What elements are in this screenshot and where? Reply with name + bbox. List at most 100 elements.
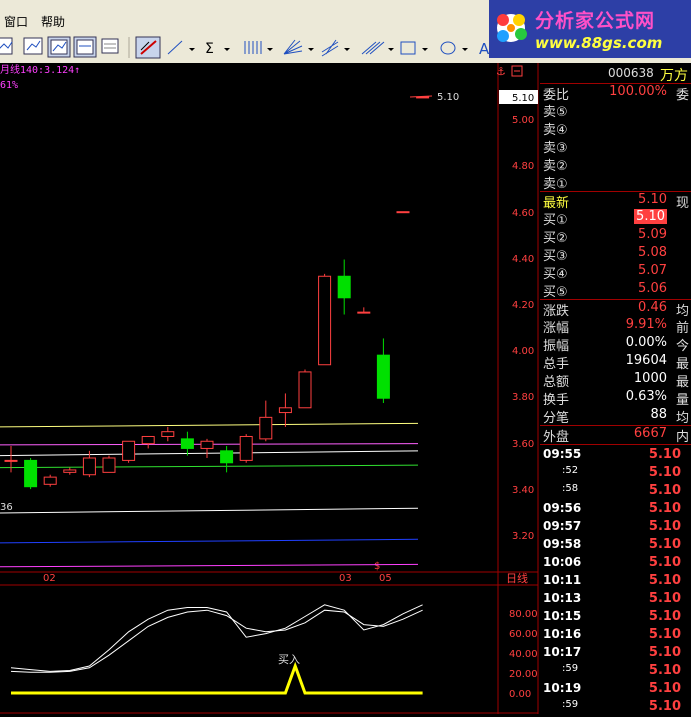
parallel-lines-icon[interactable] <box>361 41 394 55</box>
toolbar-icons: Σ A <box>0 36 490 59</box>
ind-axis-0: 0.00 <box>509 689 531 700</box>
draw-line-icon[interactable] <box>135 36 161 59</box>
buy-row: 买③ 5.08 <box>540 245 691 264</box>
tick-price: 5.10 <box>648 501 681 516</box>
candle <box>318 273 332 366</box>
row-value: 0.00% <box>625 335 667 350</box>
price-label-320: 3.20 <box>512 531 534 542</box>
tick-time: 10:06 <box>543 555 582 569</box>
fan-lines-icon[interactable] <box>283 39 314 55</box>
period-label[interactable]: 日线 <box>506 571 528 585</box>
tick-time: :59 <box>562 699 579 710</box>
price-label-current: 5.10 <box>512 93 534 104</box>
row-label: 总手 <box>543 357 570 372</box>
row-ext: 最 <box>676 375 690 390</box>
tick-time: :58 <box>562 483 579 494</box>
tick-time: :59 <box>562 663 579 674</box>
stat-row: 分笔 88 均 <box>540 407 691 426</box>
row-label: 外盘 <box>543 430 570 445</box>
row-ext: 内 <box>676 430 690 445</box>
candle <box>298 369 312 409</box>
price-label-500: 5.00 <box>512 115 534 126</box>
row-ext: 均 <box>676 411 690 426</box>
price-label-380: 3.80 <box>512 392 534 403</box>
pct-label: 61% <box>0 80 18 91</box>
buy-signal-label: 买入 <box>278 653 300 666</box>
time-label-05: 05 <box>379 573 392 584</box>
row-label: 分笔 <box>543 411 570 426</box>
tick-price: 5.10 <box>648 555 681 570</box>
current-price-text: 5.10 <box>437 92 459 103</box>
tick-row: 10:11 5.10 <box>540 573 691 591</box>
tick-time: 10:17 <box>543 645 582 659</box>
row-label: 换手 <box>543 393 570 408</box>
table-icon[interactable] <box>101 38 119 54</box>
line-chart-icon[interactable] <box>47 36 71 58</box>
stock-code: 000638 <box>608 66 654 80</box>
channel-lines-icon[interactable] <box>321 39 350 57</box>
tick-row: 10:16 5.10 <box>540 627 691 645</box>
tick-time: 09:55 <box>543 447 582 461</box>
ind-axis-80: 80.00 <box>509 609 538 620</box>
row-ext: 最 <box>676 357 690 372</box>
tick-row: :52 5.10 <box>540 465 691 483</box>
tick-price: 5.10 <box>648 519 681 534</box>
tick-time: 09:58 <box>543 537 582 551</box>
tick-price: 5.10 <box>648 699 681 714</box>
rectangle-icon[interactable] <box>400 41 428 55</box>
anchor-icon[interactable]: ⚓ <box>496 65 506 78</box>
tick-row: 10:15 5.10 <box>540 609 691 627</box>
tick-price: 5.10 <box>648 663 681 678</box>
row-value: 9.91% <box>625 317 667 332</box>
candle <box>416 96 430 99</box>
split-chart-icon[interactable] <box>73 36 97 58</box>
tick-row: 10:06 5.10 <box>540 555 691 573</box>
row-label: 振幅 <box>543 339 570 354</box>
ellipse-icon[interactable] <box>440 41 468 55</box>
bar-chart-icon[interactable] <box>23 37 43 55</box>
price-label-460: 4.60 <box>512 208 534 219</box>
svg-text:Σ: Σ <box>205 41 214 57</box>
tick-separator <box>540 444 691 445</box>
stat-row: 总额 1000 最 <box>540 371 691 390</box>
menu-window[interactable]: 窗口 <box>4 13 28 30</box>
svg-text:⚓: ⚓ <box>496 65 506 78</box>
buy-row: 买① 5.10 <box>540 209 691 228</box>
trend-line-icon[interactable] <box>167 40 195 55</box>
row-value: 5.09 <box>638 227 667 242</box>
chart-tool-icon[interactable] <box>0 37 13 55</box>
sell-row: 卖② <box>540 155 691 174</box>
time-label-02: 02 <box>43 573 56 584</box>
tick-price: 5.10 <box>648 627 681 642</box>
ind-axis-40: 40.00 <box>509 649 538 660</box>
stat-row: 振幅 0.00% 今 <box>540 335 691 354</box>
buy-row: 买⑤ 5.06 <box>540 281 691 300</box>
time-label-03: 03 <box>339 573 352 584</box>
ind-axis-20: 20.00 <box>509 669 538 680</box>
stat-row: 换手 0.63% 量 <box>540 389 691 408</box>
row-label: 买② <box>543 231 568 246</box>
candle <box>24 458 38 490</box>
price-label-400: 4.00 <box>512 346 534 357</box>
logo-url: www.88gs.com <box>535 34 663 52</box>
chart-area[interactable]: 月线140:3.124↑ 61% ⚓ 36 02 03 05 日线 $ 5.10… <box>0 63 540 714</box>
stock-header: 000638 万方 <box>540 63 691 84</box>
candle <box>239 434 253 463</box>
tick-price: 5.10 <box>648 447 681 462</box>
row-value: 0.63% <box>625 389 667 404</box>
row-ext: 前 <box>676 321 690 336</box>
row-label: 买⑤ <box>543 285 568 300</box>
vertical-lines-icon[interactable] <box>244 41 273 54</box>
row-value: 5.07 <box>638 263 667 278</box>
tick-price: 5.10 <box>648 645 681 660</box>
fibonacci-icon[interactable]: Σ <box>205 41 230 57</box>
logo-title: 分析家公式网 <box>535 10 656 32</box>
row-label: 卖② <box>543 159 568 174</box>
tick-price: 5.10 <box>648 609 681 624</box>
stat-row: 总手 19604 最 <box>540 353 691 372</box>
sell-row: 卖⑤ <box>540 101 691 120</box>
row-label: 卖③ <box>543 141 568 156</box>
ind-axis-60: 60.00 <box>509 629 538 640</box>
menu-help[interactable]: 帮助 <box>41 13 65 30</box>
row-label: 买④ <box>543 267 568 282</box>
